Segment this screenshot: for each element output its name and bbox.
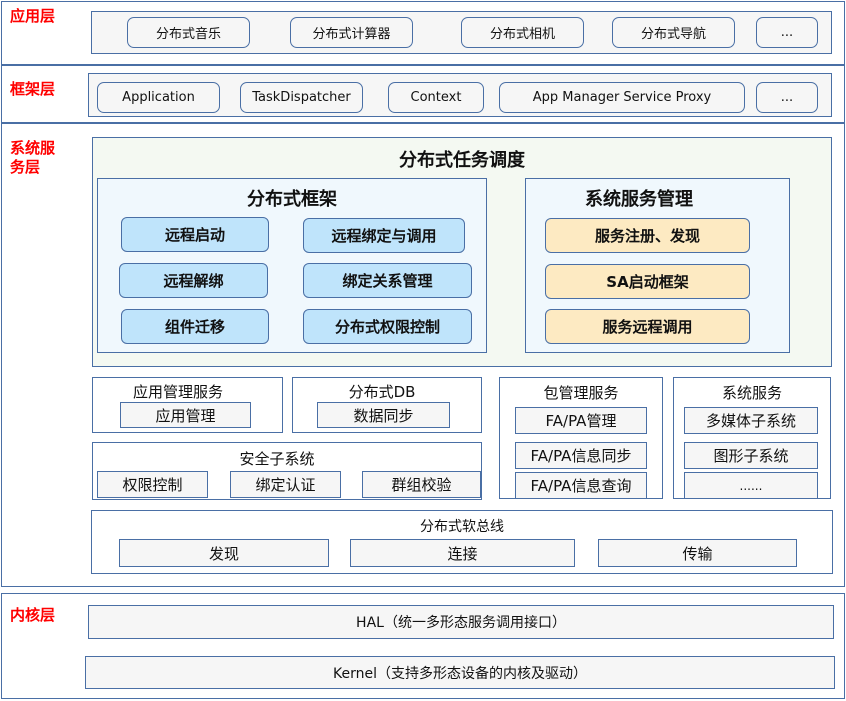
framework-layer-label: 框架层 [10,80,56,98]
app-dist-camera[interactable]: 分布式相机 [461,17,584,48]
multimedia-subsystem[interactable]: 多媒体子系统 [684,407,818,434]
df-remote-bind-call[interactable]: 远程绑定与调用 [303,218,465,253]
app-more[interactable]: ... [756,17,818,48]
fw-app-manager-service-proxy[interactable]: App Manager Service Proxy [499,82,745,113]
bus-connect[interactable]: 连接 [350,539,575,567]
dist-db-title: 分布式DB [348,383,416,401]
dist-framework-title: 分布式框架 [247,189,337,210]
app-dist-navigation[interactable]: 分布式导航 [612,17,735,48]
fw-task-dispatcher[interactable]: TaskDispatcher [240,82,363,113]
fw-application[interactable]: Application [97,82,220,113]
graphics-subsystem[interactable]: 图形子系统 [684,442,818,469]
df-remote-unbind[interactable]: 远程解绑 [119,263,268,298]
sec-group-verify[interactable]: 群组校验 [362,471,481,498]
hal-band[interactable]: HAL（统一多形态服务调用接口） [88,605,834,639]
bus-transfer[interactable]: 传输 [598,539,797,567]
app-dist-calculator[interactable]: 分布式计算器 [290,17,413,48]
app-layer-label: 应用层 [10,7,56,25]
system-service-layer-label: 系统服 务层 [10,139,55,177]
bus-discover[interactable]: 发现 [119,539,329,567]
ssm-service-register-discover[interactable]: 服务注册、发现 [545,218,750,253]
system-service-label-line1: 系统服 [10,139,56,157]
bundle-mgmt-service-title: 包管理服务 [543,384,619,402]
fapa-mgmt[interactable]: FA/PA管理 [515,407,647,434]
dist-task-scheduler-title: 分布式任务调度 [399,150,525,171]
ssm-sa-startup-framework[interactable]: SA启动框架 [545,264,750,299]
app-mgmt-service-title: 应用管理服务 [132,383,223,401]
app-mgmt[interactable]: 应用管理 [120,402,251,428]
sec-binding-auth[interactable]: 绑定认证 [230,471,341,498]
system-services-more[interactable]: ...... [684,472,818,499]
security-subsystem-title: 安全子系统 [239,450,315,468]
df-dist-permission-control[interactable]: 分布式权限控制 [303,309,472,344]
fw-context[interactable]: Context [388,82,484,113]
fw-more[interactable]: ... [756,82,818,113]
dist-soft-bus-title: 分布式软总线 [420,519,504,535]
df-component-migration[interactable]: 组件迁移 [121,309,269,344]
sec-permission-control[interactable]: 权限控制 [97,471,208,498]
fapa-info-sync[interactable]: FA/PA信息同步 [515,442,647,469]
ssm-service-remote-call[interactable]: 服务远程调用 [545,309,750,344]
app-dist-music[interactable]: 分布式音乐 [127,17,250,48]
kernel-band[interactable]: Kernel（支持多形态设备的内核及驱动） [85,656,835,689]
df-remote-start[interactable]: 远程启动 [121,217,269,252]
sys-service-mgmt-title: 系统服务管理 [585,189,693,210]
data-sync[interactable]: 数据同步 [317,402,450,428]
system-service-label-line2: 务层 [10,158,41,176]
fapa-info-query[interactable]: FA/PA信息查询 [515,472,647,499]
kernel-layer-label: 内核层 [10,606,56,624]
df-binding-mgmt[interactable]: 绑定关系管理 [303,263,472,298]
system-services-title: 系统服务 [721,384,782,402]
